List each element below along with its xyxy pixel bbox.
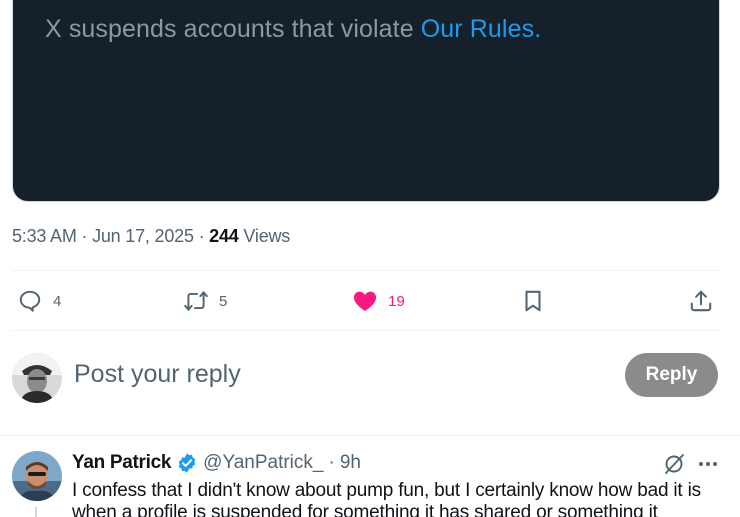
repost-count: 5 — [219, 292, 228, 310]
meta-separator: · — [76, 226, 93, 246]
verified-badge-icon[interactable] — [176, 452, 198, 474]
reply-author-name[interactable]: Yan Patrick — [72, 452, 171, 474]
reply-count: 4 — [53, 292, 62, 310]
repost-icon — [183, 288, 209, 314]
bookmark-action-button[interactable] — [520, 286, 546, 316]
post-meta: 5:33 AM · Jun 17, 2025 · 244 Views — [12, 226, 290, 247]
more-icon[interactable] — [696, 452, 720, 476]
divider — [12, 330, 720, 331]
reply-author-avatar[interactable] — [12, 451, 62, 501]
share-icon — [688, 288, 714, 314]
meta-separator: · — [193, 226, 210, 246]
our-rules-link[interactable]: Our Rules — [421, 15, 534, 43]
post-date[interactable]: Jun 17, 2025 — [92, 226, 194, 246]
share-action-button[interactable] — [688, 286, 714, 316]
views-count: 244 — [209, 226, 239, 246]
reply-separator: · — [328, 452, 335, 473]
comment-icon — [17, 288, 43, 314]
bookmark-icon — [520, 288, 546, 314]
reply-composer-input[interactable]: Post your reply — [74, 360, 241, 389]
reply-button[interactable]: Reply — [625, 353, 718, 397]
thread-line — [35, 507, 37, 517]
post-time[interactable]: 5:33 AM — [12, 226, 77, 246]
divider — [0, 435, 740, 436]
reply-timestamp[interactable]: 9h — [340, 452, 361, 474]
like-action-button[interactable]: 19 — [352, 286, 405, 316]
grok-icon[interactable] — [662, 452, 686, 476]
reply-action-button[interactable]: 4 — [17, 286, 61, 316]
heart-icon — [352, 288, 378, 314]
divider — [12, 270, 720, 271]
reply-header: Yan Patrick @YanPatrick_ · 9h — [72, 452, 361, 474]
reply-text: I confess that I didn't know about pump … — [72, 480, 701, 517]
current-user-avatar[interactable] — [12, 353, 62, 403]
embed-period: . — [534, 15, 542, 43]
embed-text-body: X suspends accounts that violate — [45, 15, 421, 43]
embedded-media-card[interactable]: X suspends accounts that violate Our Rul… — [12, 0, 720, 202]
reply-author-handle[interactable]: @YanPatrick_ — [203, 452, 323, 474]
views-label: Views — [238, 226, 291, 246]
repost-action-button[interactable]: 5 — [183, 286, 227, 316]
embed-text: X suspends accounts that violate Our Rul… — [45, 15, 541, 44]
like-count: 19 — [388, 292, 405, 310]
